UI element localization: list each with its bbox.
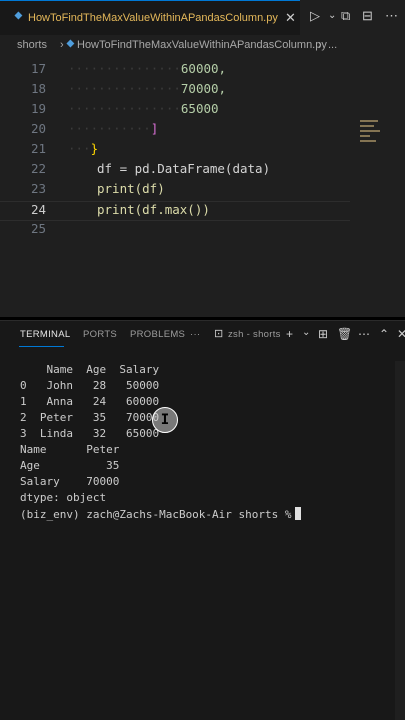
tab-problems[interactable]: PROBLEMS: [130, 329, 185, 340]
chevron-right-icon: ›: [60, 39, 64, 51]
close-icon[interactable]: ✕: [285, 10, 296, 26]
terminal-line: Name Age Salary: [20, 363, 160, 376]
python-file-icon: ⯁: [66, 39, 75, 51]
terminal-line: Name Peter: [20, 443, 120, 456]
split-editor-icon[interactable]: ⊟: [362, 8, 373, 24]
line-number: 18: [30, 81, 46, 96]
code-line: 19 ···············65000: [0, 101, 350, 121]
code-text: 70000,: [180, 81, 227, 96]
terminal-icon: ⊡: [214, 328, 224, 340]
run-icon[interactable]: ▷: [310, 8, 320, 24]
tab-terminal[interactable]: TERMINAL: [20, 329, 70, 340]
maximize-panel-icon[interactable]: ⌃: [379, 327, 389, 341]
code-text: 65000: [180, 101, 219, 116]
code-line: 25: [0, 221, 350, 241]
line-number: 19: [30, 101, 46, 116]
code-text: print(df): [97, 181, 165, 196]
code-line: 20 ···········]: [0, 121, 350, 141]
code-line: 18 ···············70000,: [0, 81, 350, 101]
code-line: 17 ···············60000,: [0, 61, 350, 81]
chevron-right-icon: ›: [318, 39, 322, 51]
code-text: }: [90, 141, 99, 156]
more-actions-icon[interactable]: ⋯: [385, 8, 398, 24]
mouse-cursor-icon: I: [152, 407, 178, 433]
code-editor[interactable]: 17 ···············60000, 18 ············…: [0, 57, 405, 317]
line-number: 21: [30, 141, 46, 156]
code-line-current: 24 print(df.max()): [0, 201, 350, 221]
line-number: 23: [30, 181, 46, 196]
line-number: 22: [30, 161, 46, 176]
terminal-line: 1 Anna 24 60000: [20, 395, 160, 408]
trash-icon[interactable]: 🗑: [337, 327, 352, 341]
terminal-line: 2 Peter 35 70000: [20, 411, 160, 424]
tab-title: HowToFindTheMaxValueWithinAPandasColumn.…: [28, 12, 278, 24]
breadcrumb-folder[interactable]: shorts: [17, 39, 47, 51]
terminal-line: 3 Linda 32 65000: [20, 427, 160, 440]
code-text: df = pd.DataFrame(data): [97, 161, 271, 176]
line-number: 20: [30, 121, 46, 136]
terminal-line: dtype: object: [20, 491, 107, 504]
terminal-scrollbar[interactable]: [395, 361, 405, 720]
line-number: 25: [30, 221, 46, 236]
code-text: print(df.max()): [97, 202, 210, 217]
minimap[interactable]: [360, 117, 382, 161]
editor-tab[interactable]: ⯁ HowToFindTheMaxValueWithinAPandasColum…: [0, 0, 300, 35]
active-tab-indicator: [19, 346, 64, 347]
shell-name[interactable]: zsh - shorts: [228, 329, 281, 340]
tab-ports[interactable]: PORTS: [83, 329, 117, 340]
chevron-down-icon[interactable]: ⌄: [328, 10, 336, 21]
terminal-output[interactable]: Name Age Salary 0 John 28 50000 1 Anna 2…: [0, 349, 405, 720]
line-number: 17: [30, 61, 46, 76]
breadcrumb-file[interactable]: HowToFindTheMaxValueWithinAPandasColumn.…: [77, 39, 327, 51]
terminal-prompt: (biz_env) zach@Zachs-MacBook-Air shorts …: [20, 508, 292, 521]
terminal-line: Age 35: [20, 459, 120, 472]
python-file-icon: ⯁: [14, 11, 23, 23]
line-number: 24: [30, 202, 46, 217]
add-terminal-icon[interactable]: +: [286, 327, 293, 341]
split-terminal-icon[interactable]: ⊞: [318, 327, 328, 341]
editor-tab-bar: ⯁ HowToFindTheMaxValueWithinAPandasColum…: [0, 0, 405, 35]
compare-icon[interactable]: ⧉: [341, 8, 350, 24]
terminal-line: Salary 70000: [20, 475, 120, 488]
breadcrumb-more[interactable]: ...: [328, 39, 337, 51]
close-icon[interactable]: ✕: [397, 327, 405, 341]
more-actions-icon[interactable]: ⋯: [358, 327, 370, 341]
code-line: 23 print(df): [0, 181, 350, 201]
code-text: 60000,: [180, 61, 227, 76]
code-line: 21 ···}: [0, 141, 350, 161]
code-line: 22 df = pd.DataFrame(data): [0, 161, 350, 181]
breadcrumb: shorts › ⯁ HowToFindTheMaxValueWithinAPa…: [0, 35, 405, 57]
more-tabs-button[interactable]: ···: [190, 329, 200, 340]
chevron-down-icon[interactable]: ⌄: [302, 327, 310, 338]
terminal-line: 0 John 28 50000: [20, 379, 160, 392]
code-text: ]: [150, 121, 159, 136]
terminal-cursor: [294, 507, 301, 520]
panel-tab-bar: TERMINAL PORTS PROBLEMS ··· ⊡ zsh - shor…: [0, 320, 405, 349]
